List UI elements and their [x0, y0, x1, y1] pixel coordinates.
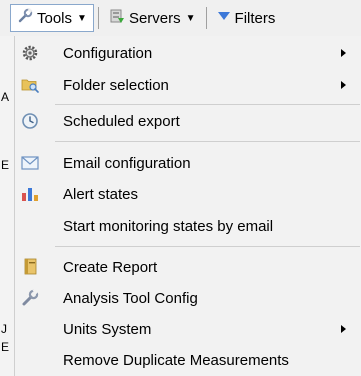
screen: A E J E Tools ▼ Servers ▼ Filters Config… [0, 0, 361, 376]
menu-separator [55, 141, 360, 142]
menu-item-label: Remove Duplicate Measurements [63, 351, 289, 369]
submenu-arrow-icon [341, 325, 346, 333]
menu-item-label: Folder selection [63, 76, 169, 94]
servers-menu-button[interactable]: Servers ▼ [103, 4, 202, 32]
wrench-icon [20, 288, 40, 308]
menu-item-email-configuration[interactable]: Email configuration [15, 150, 360, 176]
menu-item-label: Alert states [63, 185, 139, 203]
menu-item-label: Configuration [63, 44, 153, 62]
tools-dropdown-menu: Configuration Folder selection Scheduled… [14, 36, 361, 376]
menu-item-folder-selection[interactable]: Folder selection [15, 72, 360, 98]
menu-item-create-report[interactable]: Create Report [15, 254, 360, 280]
bar-chart-icon [20, 184, 40, 204]
chevron-down-icon: ▼ [77, 12, 87, 24]
envelope-icon [20, 153, 40, 173]
menu-item-start-monitoring-states-by-email[interactable]: Start monitoring states by email [15, 213, 360, 239]
background-text-fragment: J [1, 322, 7, 336]
submenu-arrow-icon [341, 49, 346, 57]
menu-item-configuration[interactable]: Configuration [15, 40, 360, 66]
background-window-edge: A E J E [0, 0, 14, 376]
filters-label: Filters [234, 9, 276, 27]
filter-icon [217, 9, 231, 27]
menu-item-label: Email configuration [63, 154, 191, 172]
chevron-down-icon: ▼ [185, 12, 196, 24]
submenu-arrow-icon [341, 81, 346, 89]
menu-item-label: Scheduled export [63, 112, 180, 130]
gear-icon [20, 43, 40, 63]
background-text-fragment: A [1, 90, 10, 104]
tools-label: Tools [37, 9, 73, 27]
menu-separator [55, 246, 360, 247]
tools-menu-button[interactable]: Tools ▼ [10, 4, 94, 32]
menu-separator [55, 104, 360, 105]
toolbar-separator [205, 7, 207, 29]
menu-item-units-system[interactable]: Units System [15, 316, 360, 342]
filters-button[interactable]: Filters [211, 4, 282, 32]
folder-search-icon [20, 75, 40, 95]
background-text-fragment: E [1, 158, 10, 172]
menu-item-analysis-tool-config[interactable]: Analysis Tool Config [15, 285, 360, 311]
menu-item-label: Create Report [63, 258, 158, 276]
toolbar: Tools ▼ Servers ▼ Filters [0, 0, 361, 36]
menu-item-scheduled-export[interactable]: Scheduled export [15, 108, 360, 134]
report-book-icon [20, 257, 40, 277]
servers-label: Servers [128, 9, 181, 27]
servers-icon [109, 8, 125, 28]
menu-item-label: Units System [63, 320, 152, 338]
wrench-icon [17, 8, 33, 28]
menu-item-alert-states[interactable]: Alert states [15, 181, 360, 207]
menu-item-label: Start monitoring states by email [63, 217, 274, 235]
background-text-fragment: E [1, 340, 10, 354]
clock-icon [20, 111, 40, 131]
toolbar-separator [97, 7, 99, 29]
menu-item-remove-duplicate-measurements[interactable]: Remove Duplicate Measurements [15, 347, 360, 373]
menu-item-label: Analysis Tool Config [63, 289, 198, 307]
